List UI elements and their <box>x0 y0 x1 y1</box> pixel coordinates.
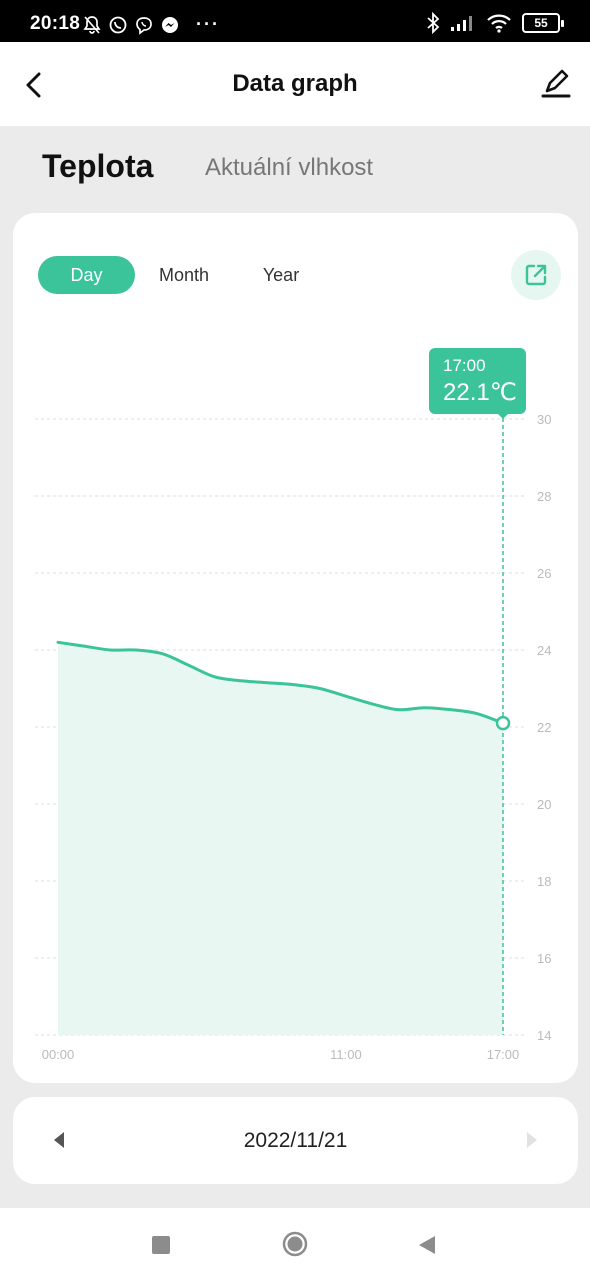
highlight-point <box>495 715 511 731</box>
system-nav-bar <box>0 1208 590 1280</box>
battery-level: 55 <box>522 13 560 33</box>
signal-icon <box>451 16 472 31</box>
bell-off-icon <box>83 15 101 34</box>
y-tick-label: 22 <box>537 720 551 735</box>
status-time: 20:18 <box>30 13 81 34</box>
y-tick-label: 16 <box>537 951 551 966</box>
messenger-icon <box>162 16 178 33</box>
current-date: 2022/11/21 <box>243 1129 348 1152</box>
home-circle-icon[interactable] <box>282 1231 308 1257</box>
x-tick-label: 00:00 <box>42 1047 75 1062</box>
tab-aktualni-vlhkost[interactable]: Aktuální vlhkost <box>205 154 373 182</box>
y-tick-label: 18 <box>537 874 551 889</box>
date-navigator: 2022/11/21 <box>13 1097 578 1184</box>
back-triangle-icon[interactable] <box>416 1233 438 1257</box>
y-tick-label: 28 <box>537 489 551 504</box>
page-title: Data graph <box>232 70 358 97</box>
y-tick-label: 30 <box>537 412 551 427</box>
recents-square-icon[interactable] <box>152 1236 170 1254</box>
triangle-right-icon[interactable] <box>522 1128 542 1152</box>
pen-icon[interactable] <box>538 66 574 102</box>
viber-icon <box>136 16 152 35</box>
battery-icon: 55 <box>522 13 564 33</box>
x-tick-label: 17:00 <box>487 1047 520 1062</box>
chart-card: Day Month Year 30 28 26 24 22 20 18 16 14 00:00 11… <box>13 213 578 1083</box>
tooltip-time: 17:00 <box>443 356 486 375</box>
wifi-icon <box>487 14 511 33</box>
chart-tooltip: 17:00 22.1℃ <box>429 348 526 419</box>
tab-teplota[interactable]: Teplota <box>42 148 153 185</box>
whatsapp-icon <box>109 16 127 33</box>
area-fill <box>58 642 503 1035</box>
app-bar: Data graph <box>0 42 590 126</box>
y-tick-label: 24 <box>537 643 551 658</box>
system-icons: 55 <box>426 12 564 34</box>
status-overflow: ··· <box>196 14 220 34</box>
y-tick-label: 26 <box>537 566 551 581</box>
bluetooth-icon <box>427 12 440 34</box>
temperature-chart: 30 28 26 24 22 20 18 16 14 00:00 11:00 17:00 <box>35 411 551 1062</box>
y-tick-label: 20 <box>537 797 551 812</box>
tooltip-value: 22.1℃ <box>443 379 517 406</box>
metric-tabs: Teplota Aktuální vlhkost <box>0 126 590 210</box>
x-tick-label: 11:00 <box>330 1047 362 1062</box>
notification-icons: ··· <box>82 14 220 35</box>
y-tick-label: 14 <box>537 1028 551 1043</box>
